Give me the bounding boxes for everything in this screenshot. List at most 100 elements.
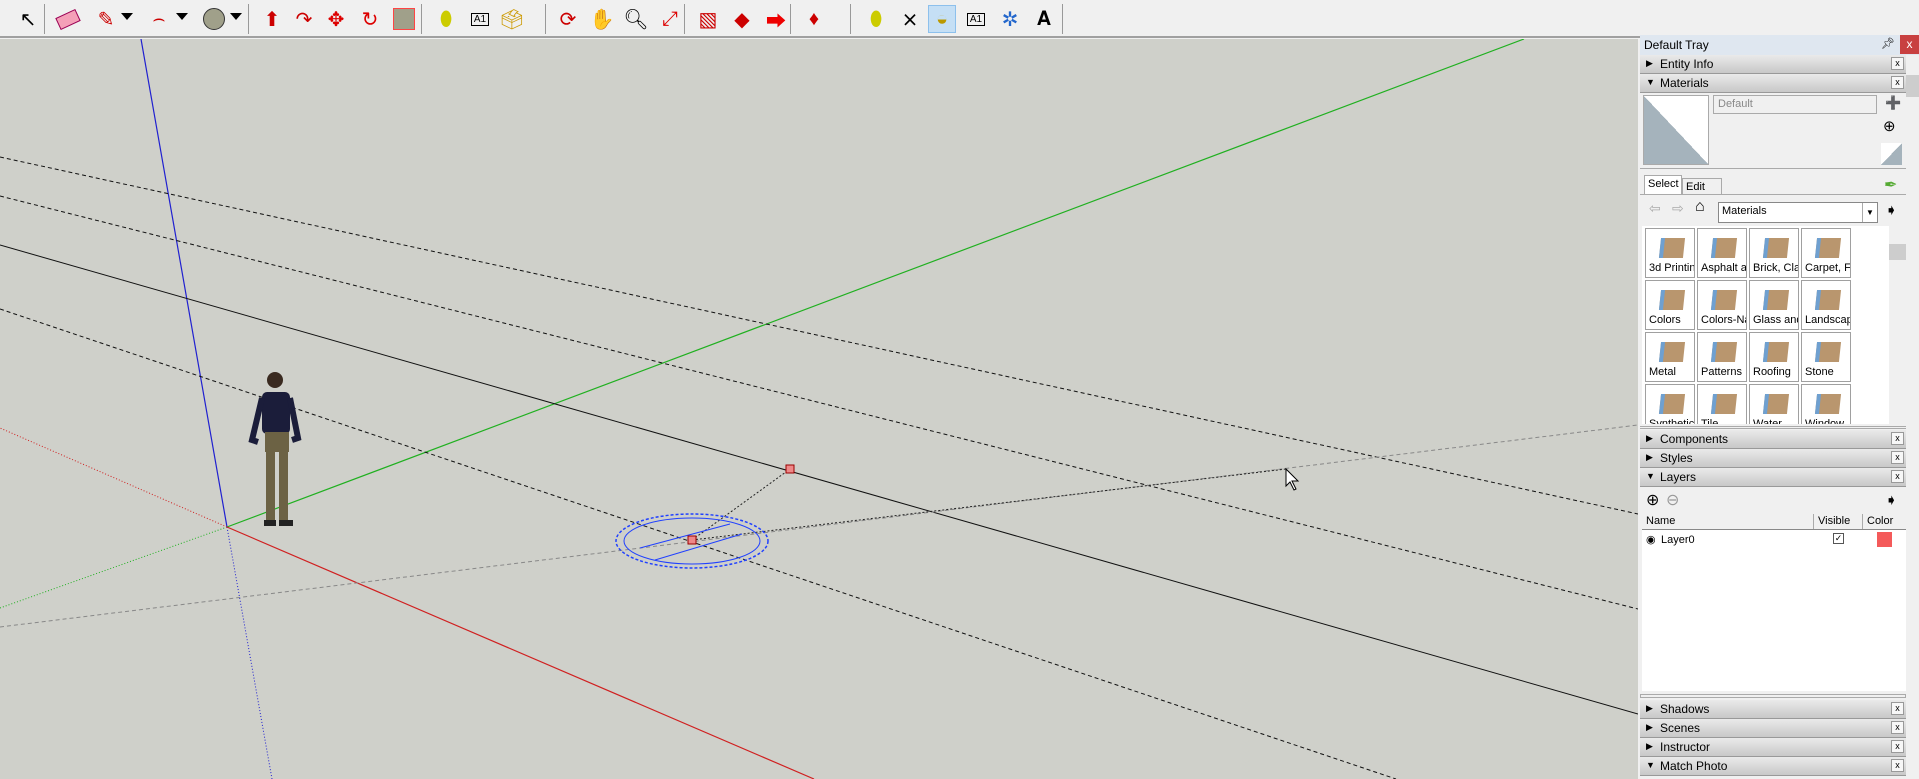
- active-layer-radio[interactable]: ◉: [1646, 533, 1656, 546]
- move-tool-icon[interactable]: ✥: [322, 5, 350, 33]
- protractor-guide: [691, 468, 791, 541]
- chevron-down-icon[interactable]: ▼: [1862, 203, 1877, 222]
- close-panel-button[interactable]: x: [1891, 702, 1904, 715]
- folder-icon: [1658, 342, 1686, 362]
- close-panel-button[interactable]: x: [1891, 57, 1904, 70]
- panel-styles[interactable]: ▶ Styles x: [1640, 449, 1906, 468]
- arc-tool-icon[interactable]: ⌢: [145, 5, 173, 33]
- layer-row[interactable]: ◉ Layer0 ✓: [1642, 530, 1906, 550]
- rotate-tool-icon[interactable]: ↻: [356, 5, 384, 33]
- eraser-tool-icon[interactable]: [54, 5, 82, 33]
- home-icon[interactable]: ⌂: [1695, 198, 1705, 216]
- delete-layer-icon[interactable]: ⊖: [1666, 490, 1679, 510]
- tab-select[interactable]: Select: [1644, 175, 1682, 194]
- send-to-layout-icon[interactable]: ⮕: [762, 5, 790, 33]
- protractor-tool-icon[interactable]: ◒: [928, 5, 956, 33]
- material-folder[interactable]: Metal: [1645, 332, 1695, 382]
- chevron-down-icon[interactable]: [230, 13, 242, 20]
- circle-tool-icon[interactable]: [200, 5, 228, 33]
- follow-me-tool-icon[interactable]: ↷: [290, 5, 318, 33]
- splitter[interactable]: [1640, 426, 1906, 429]
- panel-match-photo[interactable]: ▼ Match Photo x: [1640, 757, 1906, 776]
- add-to-model-icon[interactable]: ⊕: [1883, 117, 1896, 135]
- 3d-warehouse-icon[interactable]: ▧: [694, 5, 722, 33]
- visible-checkbox[interactable]: ✓: [1833, 533, 1844, 544]
- material-folder[interactable]: Glass and Mirrors: [1749, 280, 1799, 330]
- zoom-extents-tool-icon[interactable]: ⤢: [656, 5, 684, 33]
- panel-instructor[interactable]: ▶ Instructor x: [1640, 738, 1906, 757]
- material-name-field[interactable]: Default: [1713, 95, 1877, 114]
- material-folder[interactable]: Brick, Cladding and Siding: [1749, 228, 1799, 278]
- material-folder[interactable]: Colors-Named: [1697, 280, 1747, 330]
- panel-components[interactable]: ▶ Components x: [1640, 430, 1906, 449]
- axes-tool-icon[interactable]: ✲: [996, 5, 1024, 33]
- toolbar-separator: [421, 4, 422, 34]
- close-panel-button[interactable]: x: [1891, 76, 1904, 89]
- close-panel-button[interactable]: x: [1891, 721, 1904, 734]
- material-folder[interactable]: Landscaping: [1801, 280, 1851, 330]
- panel-layers[interactable]: ▼ Layers x: [1640, 468, 1906, 487]
- material-folder[interactable]: Stone: [1801, 332, 1851, 382]
- orbit-tool-icon[interactable]: ⟳: [554, 5, 582, 33]
- default-material-swatch[interactable]: [1881, 143, 1902, 165]
- panel-entity-info[interactable]: ▶ Entity Info x: [1640, 55, 1906, 74]
- forward-arrow-icon[interactable]: ⇨: [1672, 200, 1684, 217]
- panel-materials[interactable]: ▼ Materials x: [1640, 74, 1906, 93]
- material-folder[interactable]: Tile: [1697, 384, 1747, 424]
- splitter[interactable]: [1640, 694, 1906, 698]
- close-panel-button[interactable]: x: [1891, 759, 1904, 772]
- zoom-tool-icon[interactable]: 🔍︎: [622, 5, 650, 33]
- material-folder[interactable]: Water: [1749, 384, 1799, 424]
- extension-warehouse-icon[interactable]: ◆: [728, 5, 756, 33]
- material-folder[interactable]: Window: [1801, 384, 1851, 424]
- library-dropdown[interactable]: Materials ▼: [1718, 202, 1878, 223]
- 3d-text-tool-icon[interactable]: 𝐀: [1030, 5, 1058, 33]
- material-folder[interactable]: Synthetic: [1645, 384, 1695, 424]
- material-folder[interactable]: Carpet, Fabric: [1801, 228, 1851, 278]
- details-menu-icon[interactable]: ➧: [1885, 201, 1898, 219]
- column-header-color[interactable]: Color: [1863, 514, 1906, 529]
- close-panel-button[interactable]: x: [1891, 451, 1904, 464]
- expand-triangle-icon: ▶: [1646, 433, 1653, 443]
- close-panel-button[interactable]: x: [1891, 740, 1904, 753]
- pencil-tool-icon[interactable]: ✎: [92, 5, 120, 33]
- tape-measure-tool-icon[interactable]: ⬮: [432, 5, 460, 33]
- add-layer-icon[interactable]: ⊕: [1646, 490, 1659, 510]
- pan-tool-icon[interactable]: ✋: [588, 5, 616, 33]
- text-tool-icon[interactable]: A1: [466, 5, 494, 33]
- material-folder[interactable]: Colors: [1645, 280, 1695, 330]
- chevron-down-icon[interactable]: [176, 13, 188, 20]
- tape-measure-tool-icon[interactable]: ⬮: [862, 5, 890, 33]
- tab-edit[interactable]: Edit: [1682, 178, 1722, 194]
- material-folder[interactable]: Patterns: [1697, 332, 1747, 382]
- material-folder[interactable]: 3d Printing: [1645, 228, 1695, 278]
- paint-bucket-tool-icon[interactable]: 🗳: [498, 5, 526, 33]
- column-header-name[interactable]: Name: [1642, 514, 1814, 529]
- text-tool-icon[interactable]: A1: [962, 5, 990, 33]
- material-folder[interactable]: Roofing: [1749, 332, 1799, 382]
- column-header-visible[interactable]: Visible: [1814, 514, 1863, 529]
- tray-scrollbar[interactable]: [1906, 55, 1919, 455]
- close-panel-button[interactable]: x: [1891, 470, 1904, 483]
- toolbar-separator: [684, 4, 685, 34]
- extension-manager-icon[interactable]: ♦: [800, 5, 828, 33]
- close-tray-button[interactable]: x: [1900, 35, 1919, 54]
- select-tool-icon[interactable]: ↖: [14, 5, 42, 33]
- layer-color-swatch[interactable]: [1877, 532, 1892, 547]
- dimension-tool-icon[interactable]: ⨯: [896, 5, 924, 33]
- material-folder[interactable]: Asphalt and Concrete: [1697, 228, 1747, 278]
- details-menu-icon[interactable]: ➧: [1885, 491, 1898, 509]
- back-arrow-icon[interactable]: ⇦: [1649, 200, 1661, 217]
- panel-scenes[interactable]: ▶ Scenes x: [1640, 719, 1906, 738]
- sample-paint-eyedropper-icon[interactable]: ✒: [1884, 175, 1897, 195]
- close-panel-button[interactable]: x: [1891, 432, 1904, 445]
- push-pull-tool-icon[interactable]: ⬆: [258, 5, 286, 33]
- create-material-icon[interactable]: ➕: [1885, 95, 1901, 111]
- materials-grid: 3d PrintingAsphalt and ConcreteBrick, Cl…: [1642, 226, 1889, 424]
- panel-shadows[interactable]: ▶ Shadows x: [1640, 700, 1906, 719]
- modeling-viewport[interactable]: [0, 39, 1638, 779]
- pin-icon[interactable]: 📌︎: [1881, 37, 1895, 50]
- chevron-down-icon[interactable]: [121, 13, 133, 20]
- materials-grid-scrollbar[interactable]: [1889, 226, 1906, 424]
- scale-tool-icon[interactable]: [390, 5, 418, 33]
